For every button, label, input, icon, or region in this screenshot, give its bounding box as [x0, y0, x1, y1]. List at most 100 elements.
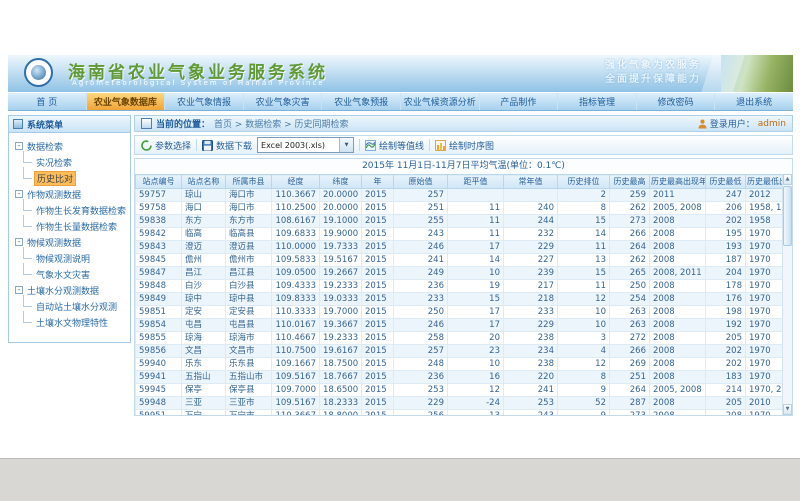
table-cell: 2008 — [650, 280, 706, 293]
table-cell: 251 — [394, 202, 448, 215]
table-head: 站点编号站点名称所属市县经度纬度年原始值距平值常年值历史排位历史最高历史最高出现… — [136, 175, 790, 189]
table-cell: 2015 — [362, 189, 394, 202]
collapse-icon[interactable]: - — [15, 238, 23, 246]
nav-item[interactable]: 农业气象情报 — [165, 93, 244, 110]
scroll-down-icon[interactable]: ▼ — [783, 404, 792, 415]
table-row[interactable]: 59847昌江昌江县109.050019.2667201524910239152… — [136, 267, 790, 280]
table-cell: 2008 — [650, 371, 706, 384]
table-row[interactable]: 59848白沙白沙县109.433319.2333201523619217112… — [136, 280, 790, 293]
table-cell: 251 — [610, 371, 650, 384]
nav-item[interactable]: 首 页 — [8, 93, 87, 110]
nav-item[interactable]: 农业气象预报 — [322, 93, 401, 110]
table-cell: 246 — [394, 319, 448, 332]
column-header: 历史最高出现年份 — [650, 175, 706, 189]
table-cell: 243 — [394, 228, 448, 241]
download-format-select[interactable]: Excel 2003(.xls) ▼ — [257, 137, 354, 153]
table-cell: 2008 — [650, 293, 706, 306]
table-cell: 269 — [610, 358, 650, 371]
scroll-thumb[interactable] — [783, 186, 792, 246]
table-row[interactable]: 59851定安定安县110.333319.7000201525017233102… — [136, 306, 790, 319]
tree-item-label: 作物生长量数据检索 — [34, 220, 119, 233]
draw-timeseries-label: 绘制时序图 — [449, 139, 494, 152]
table-cell: 2015 — [362, 254, 394, 267]
table-cell: 屯昌县 — [226, 319, 272, 332]
table-row[interactable]: 59854屯昌屯昌县110.016719.3667201524617229102… — [136, 319, 790, 332]
table-cell: 2015 — [362, 215, 394, 228]
table-cell: 2015 — [362, 241, 394, 254]
login-user-label: 登录用户： — [710, 117, 755, 130]
table-cell: 183 — [706, 371, 746, 384]
table-row[interactable]: 59849琼中琼中县109.833319.0333201523315218122… — [136, 293, 790, 306]
nav-item[interactable]: 农业气象数据库 — [87, 93, 166, 110]
table-row[interactable]: 59842临高临高县109.683319.9000201524311232142… — [136, 228, 790, 241]
table-cell: 2008 — [650, 228, 706, 241]
tree-item[interactable]: 作物生长量数据检索 — [11, 218, 128, 234]
table-cell: 13 — [448, 410, 504, 417]
nav-item[interactable]: 产品制作 — [480, 93, 559, 110]
data-download-button[interactable]: 数据下载 — [202, 139, 252, 152]
tree-item[interactable]: 气象水文灾害 — [11, 266, 128, 282]
table-cell: 2008, 2011 — [650, 267, 706, 280]
table-cell: 59940 — [136, 358, 182, 371]
param-select-button[interactable]: 参数选择 — [141, 139, 191, 152]
breadcrumb[interactable]: 首页 > 数据检索 > 历史同期检索 — [214, 117, 349, 130]
table-row[interactable]: 59941五指山五指山市109.516718.76672015236162208… — [136, 371, 790, 384]
download-format-value: Excel 2003(.xls) — [261, 141, 325, 150]
table-cell: 五指山 — [182, 371, 226, 384]
table-cell: 214 — [706, 384, 746, 397]
table-cell: 海口 — [182, 202, 226, 215]
nav-item[interactable]: 农业气候资源分析 — [401, 93, 480, 110]
table-cell: 三亚 — [182, 397, 226, 410]
table-row[interactable]: 59940乐东乐东县109.166718.7500201524810238122… — [136, 358, 790, 371]
draw-isoline-button[interactable]: 绘制等值线 — [365, 139, 424, 152]
table-cell: 202 — [706, 215, 746, 228]
table-cell: 乐东县 — [226, 358, 272, 371]
table-row[interactable]: 59856文昌文昌市110.750019.6167201525723234426… — [136, 345, 790, 358]
table-row[interactable]: 59838东方东方市108.616719.1000201525511244152… — [136, 215, 790, 228]
collapse-icon[interactable]: - — [15, 190, 23, 198]
table-cell: 18.6500 — [320, 384, 362, 397]
table-cell: 109.8333 — [272, 293, 320, 306]
table-cell: 2015 — [362, 280, 394, 293]
collapse-icon[interactable]: - — [15, 286, 23, 294]
table-cell: 万宁 — [182, 410, 226, 417]
chevron-down-icon: ▼ — [339, 138, 353, 152]
table-cell: 59757 — [136, 189, 182, 202]
table-row[interactable]: 59945保亭保亭县109.700018.6500201525312241926… — [136, 384, 790, 397]
table-row[interactable]: 59843澄迈澄迈县110.000019.7333201524617229112… — [136, 241, 790, 254]
table-scrollbar[interactable]: ▲ ▼ — [782, 174, 792, 415]
table-cell: 266 — [610, 228, 650, 241]
nav-item[interactable]: 退出系统 — [715, 93, 793, 110]
table-cell: 2015 — [362, 384, 394, 397]
table-cell: 15 — [558, 267, 610, 280]
table-row[interactable]: 59948三亚三亚市109.516718.23332015229-2425352… — [136, 397, 790, 410]
table-row[interactable]: 59855琼海琼海市110.466719.2333201525820238327… — [136, 332, 790, 345]
tree-group-label: 数据检索 — [27, 140, 63, 153]
table-row[interactable]: 59757琼山海口市110.366720.0000201525722592011… — [136, 189, 790, 202]
sidebar-header: 系统菜单 — [9, 116, 130, 133]
table-cell: 204 — [706, 267, 746, 280]
table-cell: 19.6167 — [320, 345, 362, 358]
table-row[interactable]: 59951万宁万宁市110.366718.8000201525613243927… — [136, 410, 790, 417]
tree-item[interactable]: 历史比对 — [11, 170, 128, 186]
table-cell: 259 — [610, 189, 650, 202]
table-cell: 琼海市 — [226, 332, 272, 345]
column-header: 历史最高 — [610, 175, 650, 189]
nav-item[interactable]: 指标管理 — [558, 93, 637, 110]
draw-timeseries-button[interactable]: 绘制时序图 — [435, 139, 494, 152]
banner-rice-image — [721, 55, 793, 92]
scroll-up-icon[interactable]: ▲ — [783, 174, 792, 185]
nav-item[interactable]: 农业气象灾害 — [244, 93, 323, 110]
data-table-panel: 2015年 11月1日-11月7日平均气温(单位：0.1℃) 站点编号站点名称所… — [134, 158, 793, 416]
table-row[interactable]: 59758海口海口市110.250020.0000201525111240826… — [136, 202, 790, 215]
app-window: 海南省农业气象业务服务系统 Agrometeorological System … — [8, 55, 793, 458]
meteorology-logo-icon — [24, 58, 53, 87]
table-cell: 110.3667 — [272, 189, 320, 202]
table-cell: 澄迈 — [182, 241, 226, 254]
collapse-icon[interactable]: - — [15, 142, 23, 150]
tree-item[interactable]: 土壤水文物理特性 — [11, 314, 128, 330]
nav-item[interactable]: 修改密码 — [637, 93, 716, 110]
table-cell: 273 — [610, 215, 650, 228]
table-row[interactable]: 59845儋州儋州市109.583319.5167201524114227132… — [136, 254, 790, 267]
table-title: 2015年 11月1日-11月7日平均气温(单位：0.1℃) — [135, 159, 792, 174]
